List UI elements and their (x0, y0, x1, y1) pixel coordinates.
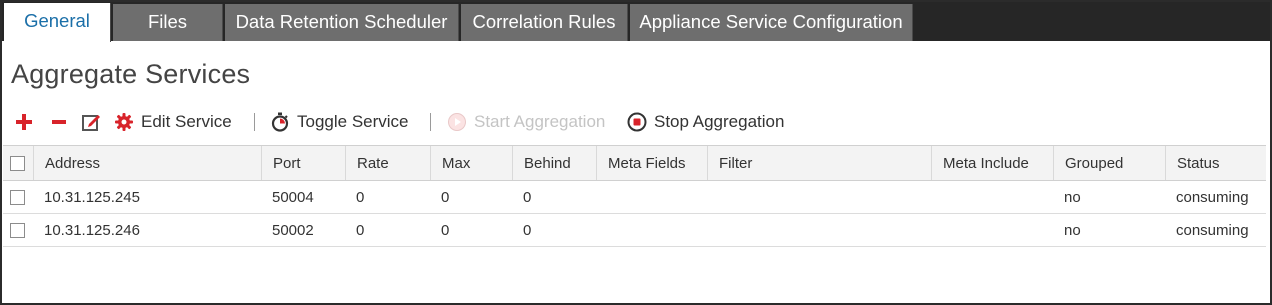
tab-general[interactable]: General (4, 3, 111, 42)
row-checkbox[interactable] (10, 189, 25, 205)
toolbar: Edit Service Toggle Service Start Aggreg… (2, 107, 1270, 137)
column-header-rate[interactable]: Rate (345, 146, 430, 180)
add-button[interactable] (14, 107, 34, 137)
column-header-port[interactable]: Port (261, 146, 345, 180)
toolbar-divider (254, 113, 255, 131)
cell-filter (707, 214, 718, 246)
edit-service-label: Edit Service (141, 112, 232, 131)
row-select-cell (3, 181, 33, 213)
cell-grouped: no (1064, 221, 1081, 239)
cell-rate: 0 (356, 221, 365, 239)
plus-icon (16, 114, 32, 130)
minus-icon (52, 120, 66, 124)
column-header-address[interactable]: Address (33, 146, 261, 180)
edit-service-button[interactable]: Edit Service (114, 107, 232, 137)
select-all-cell (3, 146, 33, 180)
services-table: Address Port Rate Max Behind Meta Fields… (3, 145, 1266, 247)
toggle-service-button[interactable]: Toggle Service (270, 107, 409, 137)
column-header-meta-include[interactable]: Meta Include (931, 146, 1053, 180)
tab-files[interactable]: Files (113, 4, 223, 41)
start-aggregation-label: Start Aggregation (474, 112, 606, 131)
cell-grouped: no (1064, 188, 1081, 206)
column-header-meta-fields[interactable]: Meta Fields (596, 146, 707, 180)
cell-port: 50002 (272, 221, 314, 239)
cell-meta-fields (596, 214, 607, 246)
cell-meta-include (931, 181, 942, 213)
cell-behind: 0 (523, 221, 532, 239)
table-header: Address Port Rate Max Behind Meta Fields… (3, 146, 1266, 181)
toolbar-divider (430, 113, 431, 131)
page-title: Aggregate Services (11, 59, 251, 89)
cell-filter (707, 181, 718, 213)
row-checkbox[interactable] (10, 222, 25, 238)
play-icon (448, 113, 466, 131)
tab-correlation-rules[interactable]: Correlation Rules (461, 4, 628, 41)
table-row[interactable]: 10.31.125.246 50002 0 0 0 no consuming (3, 214, 1266, 247)
edit-icon (82, 115, 100, 131)
cell-max: 0 (441, 221, 450, 239)
stop-aggregation-label: Stop Aggregation (654, 112, 785, 131)
stop-aggregation-button[interactable]: Stop Aggregation (627, 107, 784, 137)
column-header-filter[interactable]: Filter (707, 146, 931, 180)
cell-port: 50004 (272, 188, 314, 206)
cell-address: 10.31.125.246 (44, 221, 140, 239)
gear-icon (115, 113, 133, 131)
toggle-service-label: Toggle Service (297, 112, 409, 131)
cell-behind: 0 (523, 188, 532, 206)
column-header-behind[interactable]: Behind (512, 146, 596, 180)
cell-meta-fields (596, 181, 607, 213)
tab-bar: General Files Data Retention Scheduler C… (2, 2, 1270, 42)
row-select-cell (3, 214, 33, 246)
cell-meta-include (931, 214, 942, 246)
cell-status: consuming (1176, 221, 1249, 239)
column-header-grouped[interactable]: Grouped (1053, 146, 1165, 180)
column-header-max[interactable]: Max (430, 146, 512, 180)
stop-icon (627, 112, 647, 132)
start-aggregation-button[interactable]: Start Aggregation (447, 107, 605, 137)
column-header-status[interactable]: Status (1165, 146, 1266, 180)
cell-status: consuming (1176, 188, 1249, 206)
edit-button[interactable] (81, 107, 101, 137)
cell-max: 0 (441, 188, 450, 206)
select-all-checkbox[interactable] (10, 155, 25, 171)
remove-button[interactable] (50, 107, 68, 137)
table-row[interactable]: 10.31.125.245 50004 0 0 0 no consuming (3, 181, 1266, 214)
tab-appliance-service-configuration[interactable]: Appliance Service Configuration (630, 4, 913, 41)
tab-data-retention-scheduler[interactable]: Data Retention Scheduler (225, 4, 459, 41)
stopwatch-icon (271, 112, 289, 132)
aggregate-services-panel: General Files Data Retention Scheduler C… (0, 0, 1272, 305)
cell-address: 10.31.125.245 (44, 188, 140, 206)
cell-rate: 0 (356, 188, 365, 206)
